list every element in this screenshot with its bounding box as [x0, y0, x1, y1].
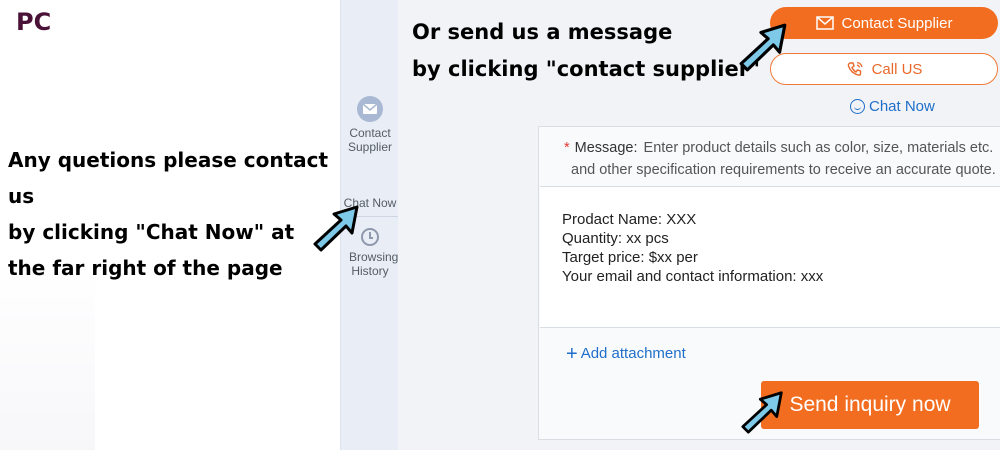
clock-icon	[361, 228, 379, 246]
plus-icon: +	[566, 342, 578, 365]
required-marker: *	[564, 140, 570, 156]
cursor-arrow-icon	[313, 205, 359, 252]
message-label: Message:	[574, 140, 638, 156]
link-label: Chat Now	[869, 98, 935, 115]
instruction-line: the far right of the page	[8, 256, 283, 280]
sidebar-item-contact-supplier[interactable]: Contact Supplier	[341, 96, 399, 154]
button-label: Contact Supplier	[841, 14, 953, 32]
platform-label: PC	[16, 8, 52, 36]
chat-now-instruction: Any quetions please contact us by clicki…	[8, 142, 338, 286]
cursor-arrow-icon	[741, 391, 783, 434]
smile-icon	[850, 99, 865, 114]
phone-icon	[847, 61, 863, 76]
call-us-button[interactable]: Call US	[770, 53, 998, 85]
sidebar-item-label: Browsing History	[349, 250, 399, 278]
cursor-arrow-icon	[739, 23, 787, 72]
message-hint: * Message: Enter product details such as c…	[564, 137, 1000, 181]
message-hint-text: and other specification requirements to …	[571, 162, 996, 178]
send-inquiry-button[interactable]: Send inquiry now	[761, 381, 979, 429]
message-body-line: Quantity: xx pcs	[562, 230, 669, 247]
background-strip	[0, 260, 95, 450]
sidebar-item-label: Contact Supplier	[347, 126, 393, 154]
link-label: Add attachment	[580, 345, 686, 362]
button-label: Send inquiry now	[789, 393, 951, 416]
contact-supplier-instruction: Or send us a message by clicking "contac…	[412, 14, 760, 88]
mail-icon	[815, 16, 834, 30]
instruction-line: by clicking "contact supplier"	[412, 57, 761, 81]
instruction-line: Or send us a message	[412, 20, 673, 44]
add-attachment-link[interactable]: + Add attachment	[566, 342, 686, 365]
contact-supplier-button[interactable]: Contact Supplier	[770, 7, 998, 39]
chat-now-link[interactable]: Chat Now	[850, 98, 935, 115]
message-body-line: Target price: $xx per	[562, 249, 698, 266]
message-body: Prodact Name: XXX Quantity: xx pcs Targe…	[562, 210, 823, 286]
button-label: Call US	[871, 60, 923, 78]
instruction-line: by clicking "Chat Now" at	[8, 220, 295, 244]
message-body-line: Prodact Name: XXX	[562, 211, 697, 228]
message-hint-text: Enter product details such as color, siz…	[643, 140, 994, 156]
mail-icon	[357, 96, 383, 122]
instruction-line: Any quetions please contact us	[8, 148, 329, 208]
message-body-line: Your email and contact information: xxx	[562, 268, 824, 285]
